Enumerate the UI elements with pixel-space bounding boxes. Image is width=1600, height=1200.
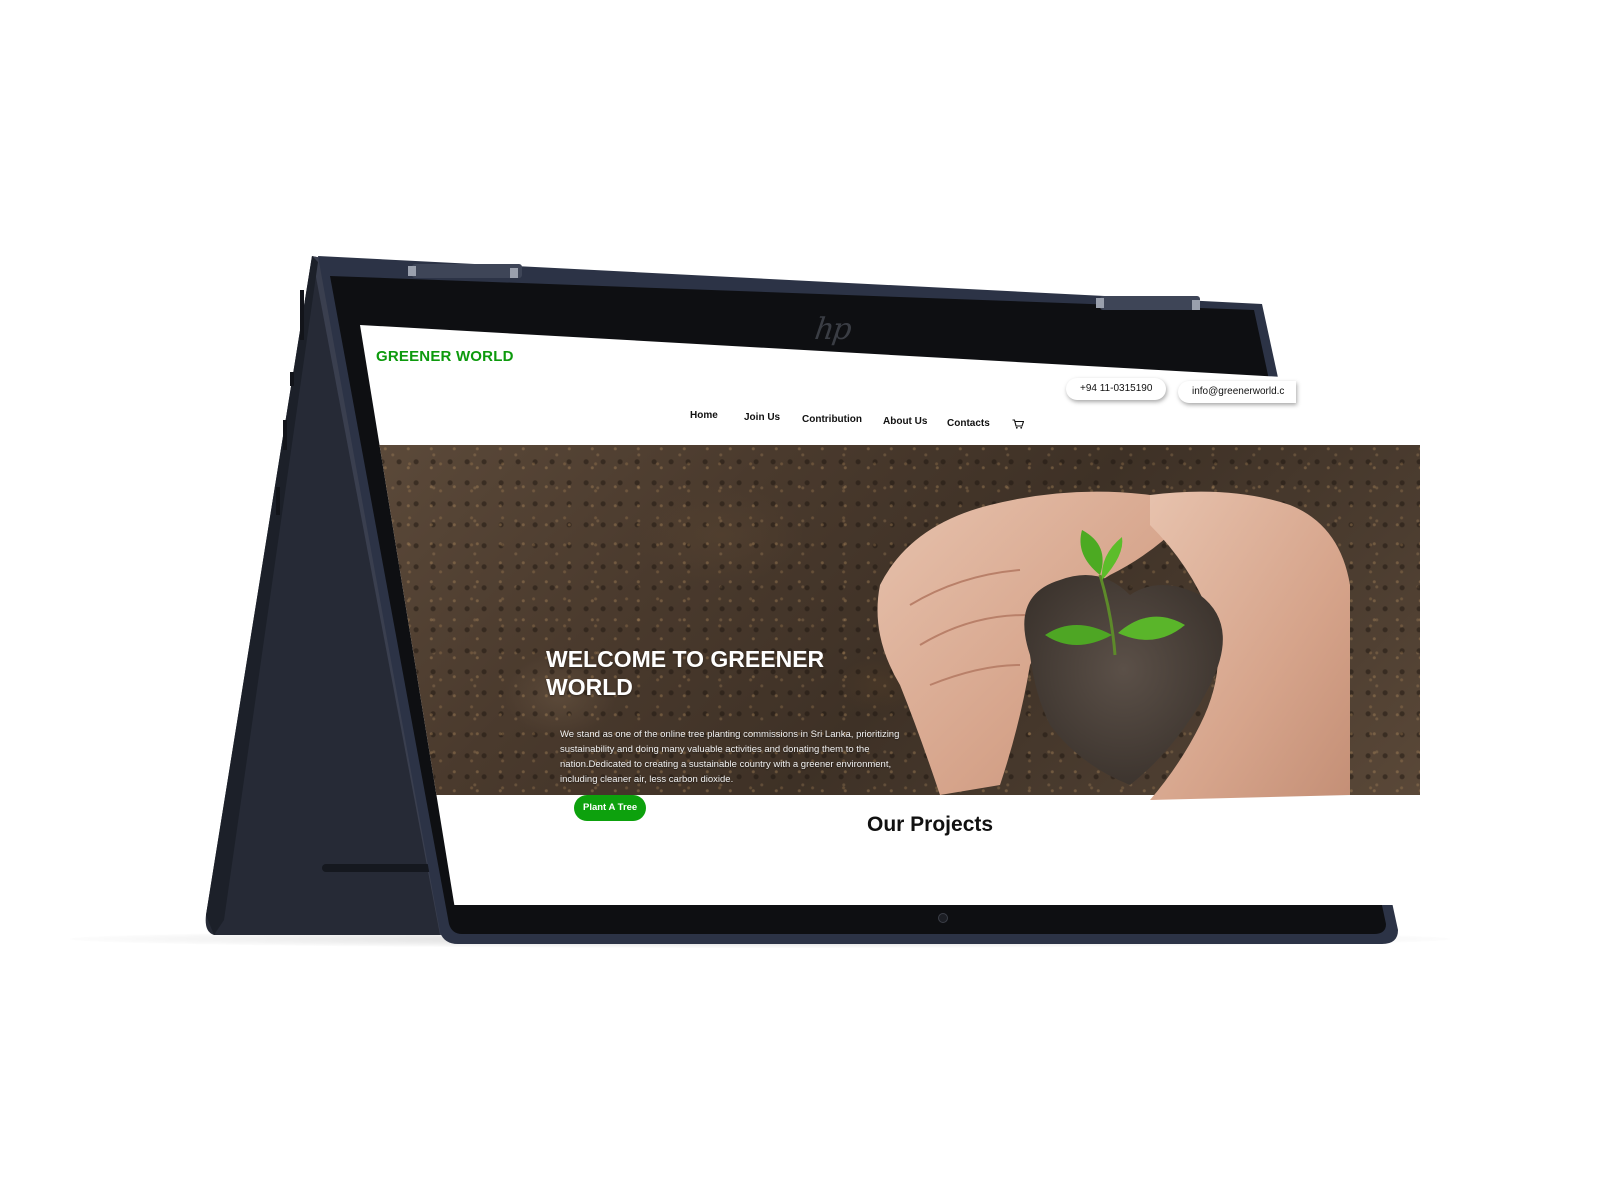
nav-item-about-us[interactable]: About Us xyxy=(883,416,927,427)
nav-item-contribution[interactable]: Contribution xyxy=(802,414,862,425)
cart-icon[interactable] xyxy=(1012,419,1024,429)
nav-item-contacts[interactable]: Contacts xyxy=(947,418,990,429)
nav-item-home[interactable]: Home xyxy=(690,410,718,421)
phone-pill[interactable]: +94 11-0315190 xyxy=(1066,378,1167,400)
hero-title: WELCOME TO GREENER WORLD xyxy=(546,646,825,700)
hands-with-seedling-image xyxy=(877,491,1350,800)
device-scene: hp GREENER WORLD +94 11-0315190 info@gre… xyxy=(0,0,1600,1200)
site-brand-logo[interactable]: GREENER WORLD xyxy=(376,348,514,365)
webcam-icon xyxy=(938,913,948,923)
hp-logo: hp xyxy=(812,312,852,347)
nav-item-join-us[interactable]: Join Us xyxy=(744,412,780,423)
browser-viewport: GREENER WORLD +94 11-0315190 info@greene… xyxy=(360,325,1420,905)
plant-a-tree-button[interactable]: Plant A Tree xyxy=(574,795,647,821)
email-pill[interactable]: info@greenerworld.c xyxy=(1178,381,1296,403)
hero-banner: WELCOME TO GREENER WORLD We stand as one… xyxy=(360,445,1420,821)
our-projects-heading: Our Projects xyxy=(867,813,994,836)
hero-description: We stand as one of the online tree plant… xyxy=(560,729,900,785)
